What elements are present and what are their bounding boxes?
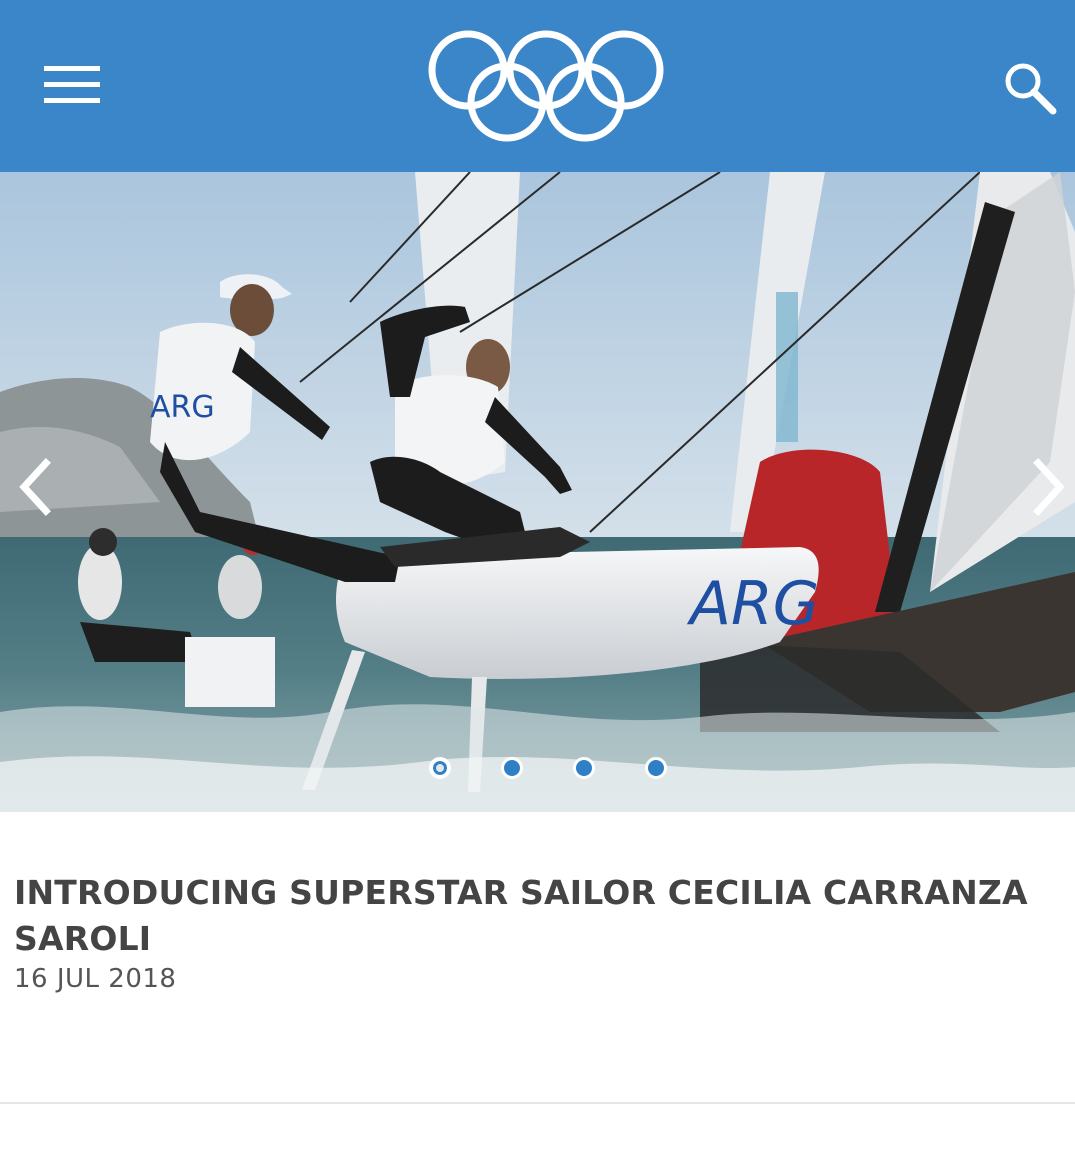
article-card[interactable]: INTRODUCING SUPERSTAR SAILOR CECILIA CAR… bbox=[14, 870, 1054, 994]
carousel-dot-3[interactable] bbox=[572, 757, 595, 779]
carousel-dot-2[interactable] bbox=[500, 757, 523, 779]
article-title[interactable]: INTRODUCING SUPERSTAR SAILOR CECILIA CAR… bbox=[14, 870, 1054, 962]
olympic-rings-logo[interactable] bbox=[420, 22, 670, 150]
hero-image[interactable]: ARG ARG bbox=[0, 172, 1075, 812]
vest-text: ARG bbox=[150, 390, 215, 425]
carousel-next-button[interactable] bbox=[1020, 442, 1075, 532]
carousel-dot-4[interactable] bbox=[644, 757, 667, 779]
divider bbox=[0, 1102, 1075, 1104]
carousel-prev-button[interactable] bbox=[4, 442, 64, 532]
chevron-right-icon bbox=[1033, 458, 1065, 516]
menu-button[interactable] bbox=[30, 50, 116, 120]
app-screen: ARG ARG INTRODUCING SUPERSTAR SAILOR CEC… bbox=[0, 0, 1075, 1162]
top-app-bar bbox=[0, 0, 1075, 172]
chevron-left-icon bbox=[19, 458, 51, 516]
hull-text: ARG bbox=[686, 569, 819, 639]
search-icon bbox=[1005, 63, 1057, 115]
search-button[interactable] bbox=[990, 48, 1070, 128]
hamburger-menu-icon bbox=[44, 66, 100, 103]
carousel-dot-1[interactable] bbox=[428, 757, 451, 779]
carousel-pagination bbox=[0, 752, 1075, 784]
article-date: 16 JUL 2018 bbox=[14, 964, 177, 994]
hero-carousel[interactable]: ARG ARG bbox=[0, 172, 1075, 812]
